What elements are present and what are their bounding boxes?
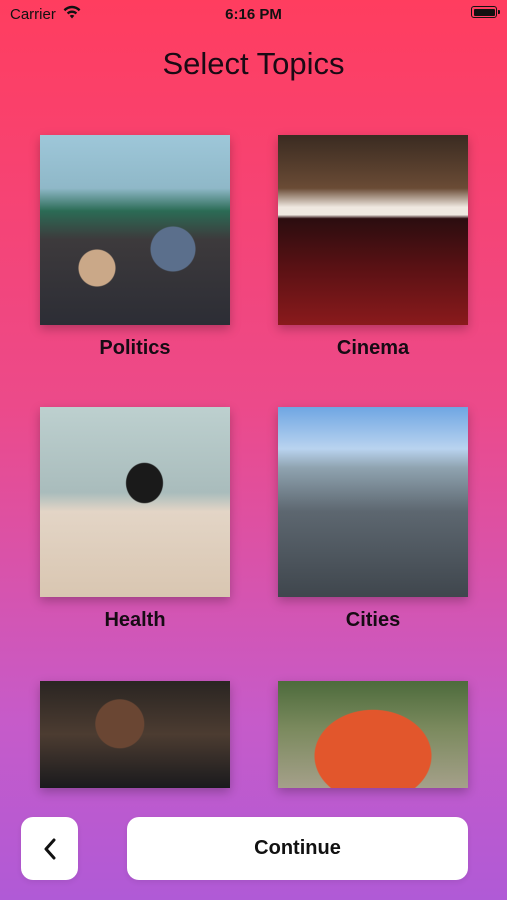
topic-tile-health[interactable]: Health: [40, 407, 230, 632]
cinema-photo: [278, 135, 468, 325]
topic-tile-cinema[interactable]: Cinema: [278, 135, 468, 360]
topic-label: Cities: [345, 609, 401, 631]
speaker-photo: [40, 681, 230, 788]
topic-label: Politics: [99, 337, 171, 359]
continue-button[interactable]: Continue: [127, 817, 468, 880]
health-photo: [40, 407, 230, 597]
topic-label: Cinema: [336, 337, 410, 359]
page-title: Select Topics: [162, 46, 345, 81]
topic-label: Health: [104, 609, 166, 631]
topic-tile-speaker[interactable]: [40, 681, 230, 788]
topic-tile-car[interactable]: [278, 681, 468, 788]
topic-tile-politics[interactable]: Politics: [40, 135, 230, 360]
back-button[interactable]: [21, 817, 78, 880]
chevron-left-icon: [44, 838, 55, 859]
status-time: 6:16 PM: [225, 6, 282, 23]
car-photo: [278, 681, 468, 788]
battery-icon: [471, 6, 500, 18]
bottom-bar: Continue: [0, 817, 507, 880]
status-bar: Carrier 6:16 PM: [0, 0, 507, 28]
topic-tile-cities[interactable]: Cities: [278, 407, 468, 632]
politics-photo: [40, 135, 230, 325]
cities-photo: [278, 407, 468, 597]
